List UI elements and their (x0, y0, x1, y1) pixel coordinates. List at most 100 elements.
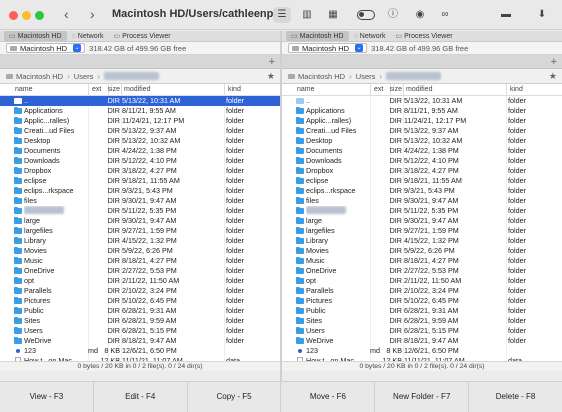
file-row[interactable]: 123 md 8 KB 12/6/21, 6:50 PM (282, 346, 562, 356)
file-row[interactable]: Documents DIR 4/24/22, 1:38 PM folder (0, 146, 280, 156)
file-list[interactable]: .. DIR 5/13/22, 10:31 AM folder Applications… (0, 96, 280, 361)
minimize-window-button[interactable] (22, 11, 31, 20)
file-row[interactable]: How t...on Mac 12 KB 11/11/21, 11:07 AM dat… (282, 356, 562, 361)
file-row[interactable]: How t...on Mac 12 KB 11/11/21, 11:07 AM dat… (0, 356, 280, 361)
copy-button[interactable]: Copy - F5 (188, 382, 282, 412)
file-row[interactable]: Public DIR 6/28/21, 9:31 AM folder (0, 306, 280, 316)
file-row[interactable]: DIR 5/11/22, 5:35 PM folder (0, 206, 280, 216)
add-tab-button[interactable]: + (269, 56, 275, 68)
file-row[interactable]: Creati...ud Files DIR 5/13/22, 9:37 AM fold… (0, 126, 280, 136)
file-row[interactable]: Dropbox DIR 3/18/22, 4:27 PM folder (282, 166, 562, 176)
breadcrumb-root[interactable]: Macintosh HD (6, 72, 63, 81)
file-row[interactable]: eclipse DIR 9/18/21, 11:55 AM folder (0, 176, 280, 186)
hidden-files-toggle[interactable] (357, 10, 375, 20)
file-row[interactable]: Library DIR 4/15/22, 1:32 PM folder (0, 236, 280, 246)
file-row[interactable]: Pictures DIR 5/10/22, 6:45 PM folder (282, 296, 562, 306)
device-tab-network[interactable]: ◌ Network (67, 31, 109, 41)
file-row[interactable]: eclips...rkspace DIR 9/3/21, 5:43 PM folder (0, 186, 280, 196)
device-tab-process-viewer[interactable]: ▭ Process Viewer (108, 31, 175, 41)
favorite-star-icon[interactable]: ★ (549, 71, 557, 82)
file-row[interactable]: Applications DIR 8/11/21, 9:55 AM folder (0, 106, 280, 116)
column-header-name[interactable]: name (297, 86, 315, 93)
move-button[interactable]: Move - F6 (281, 382, 376, 412)
file-row[interactable]: files DIR 9/30/21, 9:47 AM folder (0, 196, 280, 206)
device-tab-drive[interactable]: ▭ Macintosh HD (4, 31, 67, 41)
file-row[interactable]: Sites DIR 6/28/21, 9:59 AM folder (282, 316, 562, 326)
breadcrumb-user-redacted[interactable] (386, 72, 442, 80)
file-row[interactable]: Downloads DIR 5/12/22, 4:10 PM folder (282, 156, 562, 166)
forward-arrow-icon[interactable]: › (90, 6, 95, 22)
breadcrumb-root[interactable]: Macintosh HD (288, 72, 345, 81)
favorite-star-icon[interactable]: ★ (267, 71, 275, 82)
device-tab-process-viewer[interactable]: ▭ Process Viewer (390, 31, 457, 41)
file-row[interactable]: largefiles DIR 9/27/21, 1:59 PM folder (0, 226, 280, 236)
file-row[interactable]: large DIR 9/30/21, 9:47 AM folder (282, 216, 562, 226)
drive-select[interactable]: Macintosh HD ⌄ (288, 43, 368, 53)
column-header-kind[interactable]: kind (228, 86, 241, 93)
file-row[interactable]: Parallels DIR 2/10/22, 3:24 PM folder (0, 286, 280, 296)
file-row[interactable]: Desktop DIR 5/13/22, 10:32 AM folder (0, 136, 280, 146)
zoom-window-button[interactable] (35, 11, 44, 20)
column-header-ext[interactable]: ext (374, 86, 383, 93)
file-row[interactable]: Public DIR 6/28/21, 9:31 AM folder (282, 306, 562, 316)
file-row[interactable]: Documents DIR 4/24/22, 1:38 PM folder (282, 146, 562, 156)
file-row[interactable]: WeDrive DIR 8/18/21, 9:47 AM folder (282, 336, 562, 346)
file-row[interactable]: Users DIR 6/28/21, 5:15 PM folder (0, 326, 280, 336)
file-row[interactable]: .. DIR 5/13/22, 10:31 AM folder (0, 96, 280, 106)
info-icon[interactable]: ⓘ (384, 7, 402, 23)
add-tab-button[interactable]: + (551, 56, 557, 68)
folder-icon[interactable]: ▬ (497, 7, 515, 23)
file-row[interactable]: OneDrive DIR 2/27/22, 5:53 PM folder (0, 266, 280, 276)
view-button[interactable]: View - F3 (0, 382, 94, 412)
file-row[interactable]: Downloads DIR 5/12/22, 4:10 PM folder (0, 156, 280, 166)
file-row[interactable]: Pictures DIR 5/10/22, 6:45 PM folder (0, 296, 280, 306)
file-row[interactable]: OneDrive DIR 2/27/22, 5:53 PM folder (282, 266, 562, 276)
column-header-size[interactable]: size (104, 86, 120, 93)
file-row[interactable]: DIR 5/11/22, 5:35 PM folder (282, 206, 562, 216)
file-row[interactable]: Applic...ralles) DIR 11/24/21, 12:17 PM fol… (282, 116, 562, 126)
file-row[interactable]: 123 md 8 KB 12/6/21, 6:50 PM (0, 346, 280, 356)
file-row[interactable]: Library DIR 4/15/22, 1:32 PM folder (282, 236, 562, 246)
close-window-button[interactable] (9, 11, 18, 20)
back-arrow-icon[interactable]: ‹ (64, 6, 69, 22)
file-row[interactable]: Movies DIR 5/9/22, 6:26 PM folder (0, 246, 280, 256)
device-tab-network[interactable]: ◌ Network (349, 31, 391, 41)
file-row[interactable]: large DIR 9/30/21, 9:47 AM folder (0, 216, 280, 226)
eye-icon[interactable]: ◉ (411, 7, 429, 23)
column-header-kind[interactable]: kind (510, 86, 523, 93)
edit-button[interactable]: Edit - F4 (94, 382, 188, 412)
column-header-modified[interactable]: modified (406, 86, 432, 93)
column-header-name[interactable]: name (15, 86, 33, 93)
file-row[interactable]: Creati...ud Files DIR 5/13/22, 9:37 AM fold… (282, 126, 562, 136)
grid-view-icon[interactable]: ▦ (324, 7, 342, 23)
breadcrumb-user-redacted[interactable] (104, 72, 160, 80)
download-icon[interactable]: ⬇ (533, 7, 551, 23)
column-header-ext[interactable]: ext (92, 86, 101, 93)
file-row[interactable]: WeDrive DIR 8/18/21, 9:47 AM folder (0, 336, 280, 346)
breadcrumb-users[interactable]: Users (356, 72, 376, 81)
delete-button[interactable]: Delete - F8 (469, 382, 562, 412)
drive-select[interactable]: Macintosh HD ⌄ (6, 43, 86, 53)
new-folder-button[interactable]: New Folder - F7 (375, 382, 470, 412)
file-row[interactable]: Applic...ralles) DIR 11/24/21, 12:17 PM fol… (0, 116, 280, 126)
columns-view-icon[interactable]: ▥ (298, 7, 316, 23)
file-row[interactable]: eclipse DIR 9/18/21, 11:55 AM folder (282, 176, 562, 186)
file-row[interactable]: Movies DIR 5/9/22, 6:26 PM folder (282, 246, 562, 256)
file-row[interactable]: files DIR 9/30/21, 9:47 AM folder (282, 196, 562, 206)
file-list[interactable]: .. DIR 5/13/22, 10:31 AM folder Applications… (282, 96, 562, 361)
file-row[interactable]: Users DIR 6/28/21, 5:15 PM folder (282, 326, 562, 336)
file-row[interactable]: largefiles DIR 9/27/21, 1:59 PM folder (282, 226, 562, 236)
binoculars-icon[interactable]: ∞ (436, 7, 454, 23)
file-row[interactable]: Music DIR 8/18/21, 4:27 PM folder (0, 256, 280, 266)
file-row[interactable]: .. DIR 5/13/22, 10:31 AM folder (282, 96, 562, 106)
file-row[interactable]: eclips...rkspace DIR 9/3/21, 5:43 PM folder (282, 186, 562, 196)
file-row[interactable]: Sites DIR 6/28/21, 9:59 AM folder (0, 316, 280, 326)
file-row[interactable]: Dropbox DIR 3/18/22, 4:27 PM folder (0, 166, 280, 176)
file-row[interactable]: Music DIR 8/18/21, 4:27 PM folder (282, 256, 562, 266)
file-row[interactable]: Applications DIR 8/11/21, 9:55 AM folder (282, 106, 562, 116)
file-row[interactable]: Parallels DIR 2/10/22, 3:24 PM folder (282, 286, 562, 296)
file-row[interactable]: Desktop DIR 5/13/22, 10:32 AM folder (282, 136, 562, 146)
device-tab-drive[interactable]: ▭ Macintosh HD (286, 31, 349, 41)
breadcrumb-users[interactable]: Users (74, 72, 94, 81)
file-row[interactable]: opt DIR 2/11/22, 11:50 AM folder (0, 276, 280, 286)
